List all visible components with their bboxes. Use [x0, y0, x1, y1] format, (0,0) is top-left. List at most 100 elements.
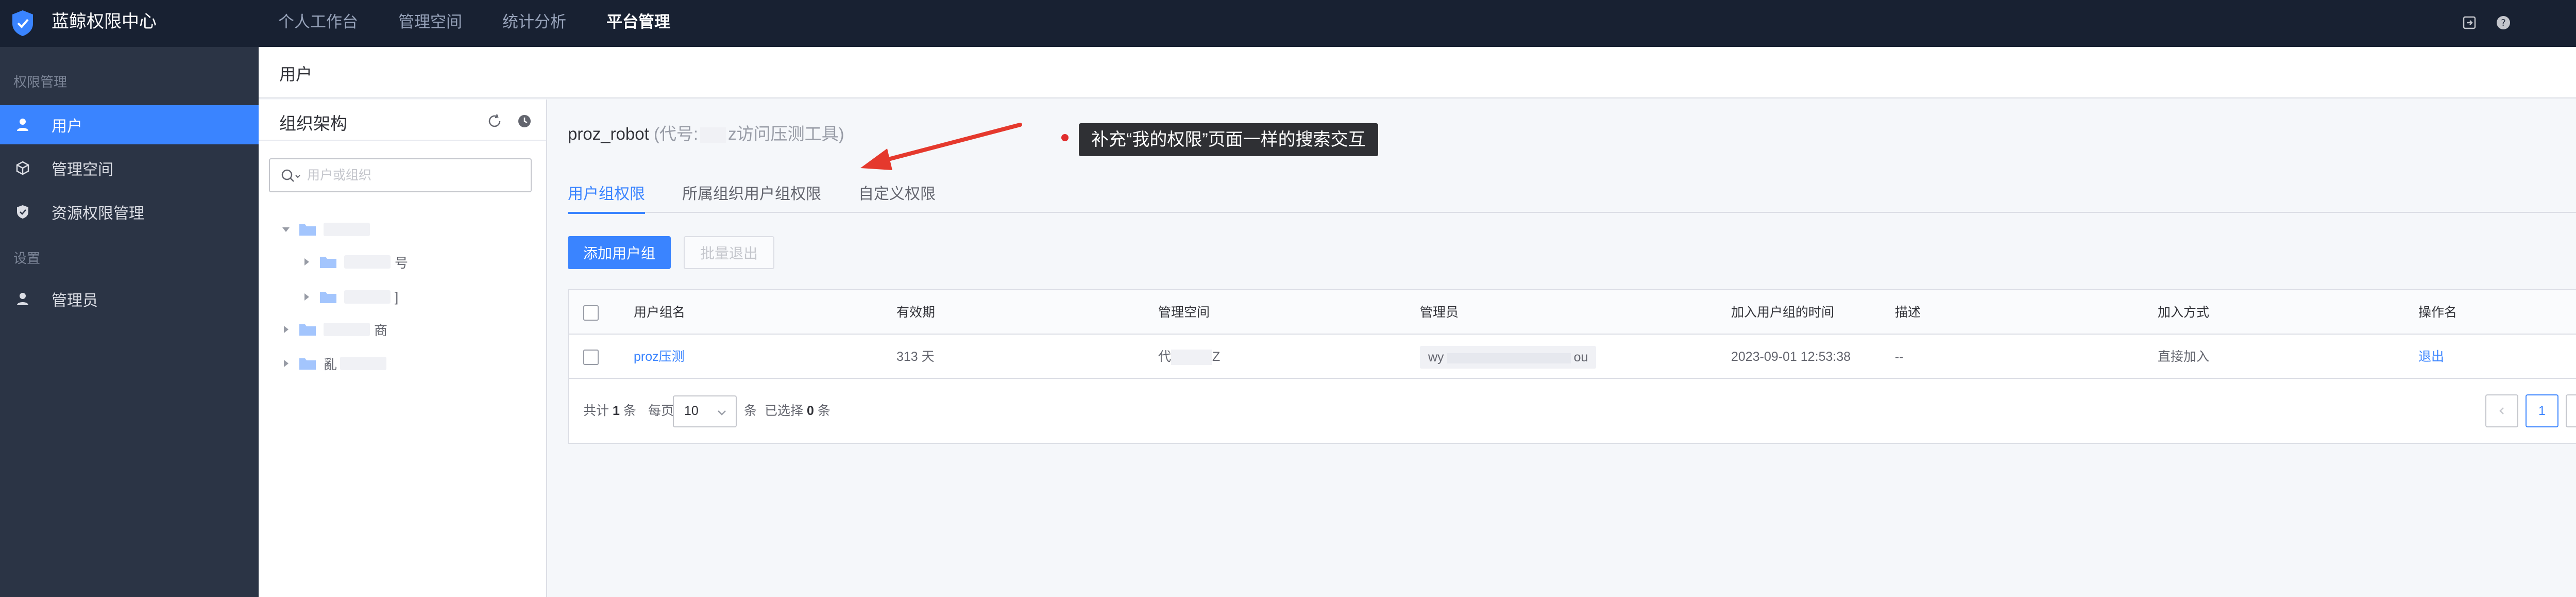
- svg-text:?: ?: [2501, 18, 2506, 28]
- tree-node[interactable]: 商: [280, 317, 387, 342]
- sidebar-item-manage-space[interactable]: 管理空间: [0, 148, 259, 188]
- tree-node[interactable]: 亂: [280, 351, 387, 376]
- topnav-personal[interactable]: 个人工作台: [278, 0, 358, 47]
- per-page-label: 每页: [648, 404, 674, 418]
- folder-icon: [299, 324, 316, 336]
- col-admin[interactable]: 管理员: [1420, 290, 1459, 335]
- topnav-manage-space[interactable]: 管理空间: [398, 0, 462, 47]
- select-all-checkbox[interactable]: [583, 305, 599, 321]
- sidebar-section-permission: 权限管理: [13, 74, 67, 90]
- quit-link[interactable]: 退出: [2418, 335, 2444, 379]
- help-icon[interactable]: ?: [2494, 13, 2513, 32]
- tree-node-root[interactable]: [280, 217, 374, 242]
- org-panel: 组织架构 号 ] 商 亂: [259, 100, 547, 597]
- col-group-name[interactable]: 用户组名: [634, 290, 685, 335]
- cube-icon: [14, 160, 31, 176]
- admin-tag: wy ou: [1420, 346, 1597, 369]
- annotation-arrow: [860, 123, 1022, 170]
- chevron-left-icon: [2499, 407, 2504, 414]
- join-type-cell: 直接加入: [2158, 350, 2210, 364]
- masked-text: [1447, 353, 1571, 363]
- tree-node[interactable]: 号: [301, 249, 408, 275]
- col-join-type[interactable]: 加入方式: [2158, 290, 2209, 335]
- logo-icon: [12, 10, 33, 36]
- col-desc[interactable]: 描述: [1895, 290, 1921, 335]
- folder-icon: [299, 358, 316, 370]
- admin-user-icon: [14, 291, 31, 307]
- batch-quit-button[interactable]: 批量退出: [684, 236, 774, 269]
- sidebar-item-label: 管理员: [52, 292, 98, 309]
- masked-text: [340, 357, 387, 370]
- clock-icon[interactable]: [514, 111, 535, 131]
- folder-icon: [299, 224, 316, 236]
- space-cell: 代Z: [1158, 335, 1220, 379]
- caret-right-icon[interactable]: [301, 291, 312, 303]
- sidebar-item-user[interactable]: 用户: [0, 105, 259, 144]
- admin-prefix: wy: [1428, 350, 1444, 365]
- tree-node-label: ]: [395, 289, 399, 305]
- group-name-link[interactable]: proz压测: [634, 335, 685, 379]
- caret-right-icon[interactable]: [280, 324, 292, 335]
- per-page-select[interactable]: 10: [673, 395, 737, 427]
- page-button-1[interactable]: 1: [2526, 394, 2558, 427]
- col-action[interactable]: 操作名: [2418, 290, 2457, 335]
- tab-org-group-permission[interactable]: 所属组织用户组权限: [682, 167, 821, 213]
- pagination: 共计 1 条 每页 10 条 已选择 0 条 1: [569, 379, 2576, 443]
- masked-text: [344, 290, 391, 304]
- topnav-statistics[interactable]: 统计分析: [502, 0, 566, 47]
- next-page-button[interactable]: [2566, 394, 2576, 427]
- sidebar-item-resource-permission[interactable]: 资源权限管理: [0, 192, 259, 231]
- tree-node[interactable]: ]: [301, 284, 398, 310]
- user-name-title: proz_robot: [568, 124, 649, 143]
- caret-right-icon[interactable]: [301, 256, 312, 268]
- top-nav: 个人工作台 管理空间 统计分析 平台管理: [278, 0, 710, 47]
- col-space[interactable]: 管理空间: [1158, 290, 1210, 335]
- tab-group-permission[interactable]: 用户组权限: [568, 167, 645, 214]
- org-search-input[interactable]: [306, 163, 522, 187]
- desc-cell: --: [1895, 350, 1904, 364]
- col-validity[interactable]: 有效期: [896, 290, 935, 335]
- total-count: 共计 1 条: [583, 404, 636, 418]
- chevron-down-icon: [718, 410, 726, 416]
- topnav-platform[interactable]: 平台管理: [606, 0, 670, 47]
- admin-cell: wy ou: [1420, 335, 1597, 379]
- user-header: proz_robot (代号: z访问压测工具): [568, 120, 844, 145]
- caret-right-icon[interactable]: [280, 358, 292, 369]
- validity-cell: 313 天: [896, 350, 935, 364]
- row-checkbox[interactable]: [583, 350, 599, 365]
- sidebar-item-label: 管理空间: [52, 161, 113, 178]
- selected-count: 已选择 0 条: [765, 404, 831, 418]
- main-content: proz_robot (代号: z访问压测工具) 用户组权限 所属组织用户组权限 …: [547, 100, 2576, 597]
- col-joined-time[interactable]: 加入用户组的时间: [1731, 290, 1834, 335]
- joined-time-cell: 2023-09-01 12:53:38: [1731, 350, 1851, 364]
- table-header: 用户组名 有效期 管理空间 管理员 加入用户组的时间 描述 加入方式 操作名: [569, 290, 2576, 335]
- tree-node-label: 亂: [324, 356, 337, 372]
- org-title: 组织架构: [279, 114, 347, 133]
- annotation-dot: [1061, 134, 1069, 141]
- sidebar-item-label: 资源权限管理: [52, 205, 144, 222]
- org-tools: [475, 111, 535, 131]
- table-row: proz压测 313 天 代Z wy ou 2023-09-01 12:53:38…: [569, 335, 2576, 379]
- user-subtitle-prefix: (代号:: [653, 124, 699, 143]
- export-icon[interactable]: [2460, 13, 2479, 32]
- group-table: 用户组名 有效期 管理空间 管理员 加入用户组的时间 描述 加入方式 操作名 p…: [568, 289, 2576, 444]
- caret-down-icon[interactable]: [280, 224, 292, 235]
- user-icon: [14, 117, 31, 133]
- admin-suffix: ou: [1573, 350, 1588, 365]
- sidebar-item-label: 用户: [52, 118, 82, 135]
- space-suffix: Z: [1212, 350, 1221, 364]
- search-icon: [281, 169, 300, 182]
- page-title: 用户: [279, 65, 313, 84]
- breadcrumb: 用户: [259, 47, 2576, 98]
- annotation-note: 补充“我的权限”页面一样的搜索交互: [1079, 123, 1378, 156]
- refresh-icon[interactable]: [484, 111, 505, 131]
- masked-text: [1171, 350, 1213, 366]
- user-subtitle-suffix: z访问压测工具): [728, 124, 844, 143]
- prev-page-button[interactable]: [2485, 394, 2518, 427]
- add-group-button[interactable]: 添加用户组: [568, 236, 671, 269]
- masked-text: [324, 323, 370, 336]
- avatar[interactable]: [2528, 13, 2576, 32]
- sidebar-item-admin[interactable]: 管理员: [0, 279, 259, 319]
- header-actions: ? I: [2460, 13, 2576, 32]
- sidebar: 权限管理 用户 管理空间 资源权限管理 设置 管理员: [0, 47, 259, 597]
